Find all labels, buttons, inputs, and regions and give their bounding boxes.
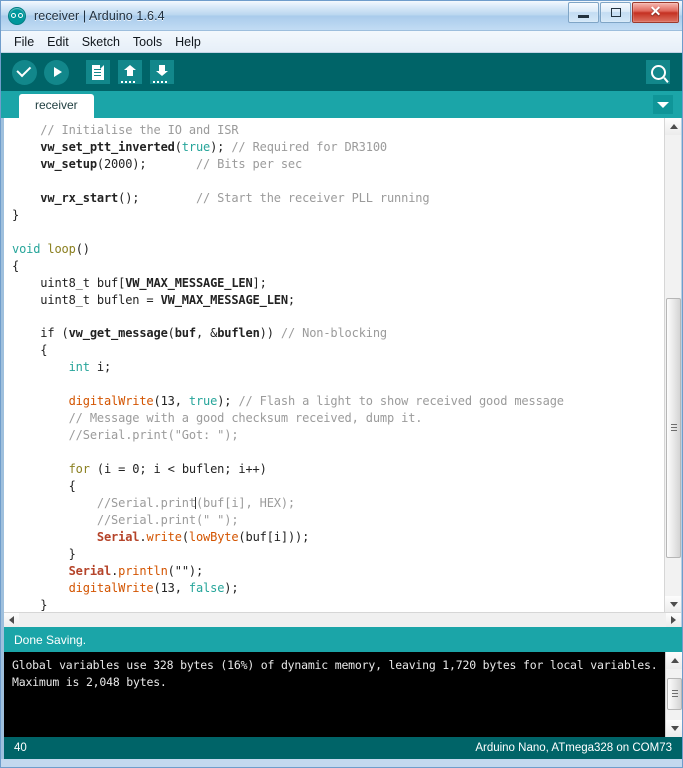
console-vertical-scrollbar[interactable]: [665, 652, 682, 737]
menu-item-tools[interactable]: Tools: [127, 33, 169, 51]
code-editor[interactable]: // Initialise the IO and ISR vw_set_ptt_…: [1, 118, 682, 627]
tab-dropdown-button[interactable]: [653, 95, 673, 114]
menu-item-sketch[interactable]: Sketch: [76, 33, 127, 51]
arrow-right-icon: [44, 59, 69, 85]
scroll-left-button[interactable]: [4, 613, 19, 627]
line-number-indicator: 40: [14, 742, 27, 754]
new-button[interactable]: [84, 59, 111, 86]
triangle-up-icon: [670, 658, 679, 663]
title-bar: receiver | Arduino 1.6.4 ✕: [1, 1, 682, 31]
tab-bar: receiver: [1, 91, 682, 118]
menu-bar: File Edit Sketch Tools Help: [1, 31, 682, 53]
window-title: receiver | Arduino 1.6.4: [34, 8, 165, 23]
code-text[interactable]: // Initialise the IO and ISR vw_set_ptt_…: [4, 118, 654, 613]
magnifier-icon: [650, 64, 666, 80]
chevron-down-icon: [657, 101, 669, 108]
minimize-button[interactable]: [568, 2, 599, 23]
triangle-down-icon: [670, 726, 679, 731]
checkmark-icon: [12, 59, 37, 85]
triangle-up-icon: [669, 124, 678, 129]
status-bar: 40 Arduino Nano, ATmega328 on COM73: [1, 737, 682, 759]
tab-receiver[interactable]: receiver: [19, 93, 94, 118]
arduino-ide-window: receiver | Arduino 1.6.4 ✕ File Edit Ske…: [0, 0, 683, 768]
editor-horizontal-scrollbar[interactable]: [4, 612, 681, 627]
menu-item-help[interactable]: Help: [169, 33, 208, 51]
menu-item-file[interactable]: File: [8, 33, 41, 51]
save-button[interactable]: [148, 59, 175, 86]
verify-button[interactable]: [11, 59, 38, 86]
serial-monitor-button[interactable]: [646, 60, 670, 84]
triangle-right-icon: [671, 616, 676, 624]
scroll-up-button[interactable]: [665, 118, 681, 135]
close-icon: ✕: [649, 4, 662, 20]
grip-icon: [671, 424, 677, 432]
upload-arrow-icon: [117, 60, 142, 84]
status-message: Done Saving.: [1, 627, 682, 652]
grip-icon: [672, 690, 678, 698]
console-output: Global variables use 328 bytes (16%) of …: [12, 658, 665, 689]
editor-vertical-scrollbar[interactable]: [664, 118, 681, 613]
maximize-icon: [610, 8, 621, 17]
toolbar: [1, 53, 682, 91]
console-scroll-down-button[interactable]: [666, 720, 682, 737]
console-panel[interactable]: Global variables use 328 bytes (16%) of …: [1, 652, 682, 737]
new-document-icon: [85, 60, 110, 84]
open-button[interactable]: [116, 59, 143, 86]
menu-item-edit[interactable]: Edit: [41, 33, 76, 51]
scrollbar-thumb[interactable]: [666, 298, 681, 558]
maximize-button[interactable]: [600, 2, 631, 23]
triangle-left-icon: [9, 616, 14, 624]
h-scroll-track[interactable]: [19, 613, 666, 627]
scroll-right-button[interactable]: [666, 613, 681, 627]
triangle-down-icon: [669, 602, 678, 607]
download-arrow-icon: [149, 60, 174, 84]
console-scroll-up-button[interactable]: [666, 652, 682, 669]
close-button[interactable]: ✕: [632, 2, 679, 23]
window-controls: ✕: [568, 2, 679, 23]
arduino-logo-icon: [8, 6, 26, 25]
minimize-icon: [578, 14, 589, 18]
board-info: Arduino Nano, ATmega328 on COM73: [475, 742, 672, 754]
scroll-down-button[interactable]: [665, 596, 681, 613]
console-scrollbar-thumb[interactable]: [667, 678, 682, 710]
upload-button[interactable]: [43, 59, 70, 86]
